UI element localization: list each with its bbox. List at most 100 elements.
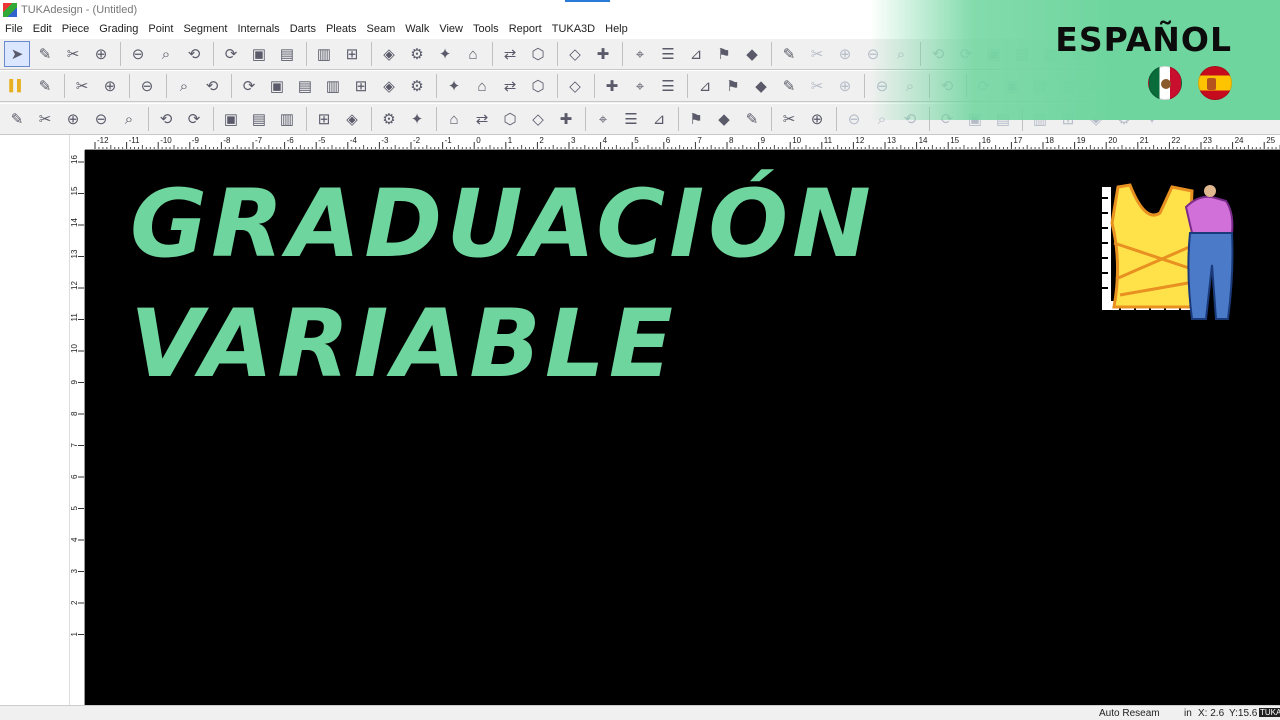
help-button[interactable]: ⇄ [497, 41, 523, 67]
open-folder-button[interactable]: ✂ [60, 41, 86, 67]
new-file-button[interactable]: ✎ [32, 41, 58, 67]
compass-button[interactable]: ▥ [320, 73, 346, 99]
knife-button[interactable]: ✎ [4, 106, 30, 132]
pleat-a-button[interactable]: ⊿ [692, 73, 718, 99]
grade-b-button[interactable]: ☰ [655, 41, 681, 67]
copy-button[interactable]: ▣ [246, 41, 272, 67]
chain-button[interactable]: ⊕ [60, 106, 86, 132]
seam-a-button[interactable]: ✂ [804, 41, 830, 67]
trace-b-button[interactable]: ⊕ [804, 106, 830, 132]
piece-info-button[interactable]: ◇ [562, 41, 588, 67]
pleat-d-button[interactable]: ✎ [776, 73, 802, 99]
grade-e-button[interactable]: ◆ [739, 41, 765, 67]
grid-button[interactable]: ⊖ [88, 106, 114, 132]
menu-help[interactable]: Help [600, 23, 633, 35]
label-button[interactable]: ✎ [739, 106, 765, 132]
menu-file[interactable]: File [0, 23, 28, 35]
globe-button[interactable]: ◇ [562, 73, 588, 99]
measure-button[interactable]: ⬡ [525, 41, 551, 67]
measure-a-button[interactable]: ⚑ [683, 106, 709, 132]
mirror-b-button[interactable]: ✦ [404, 106, 430, 132]
hammer-button[interactable]: ⟳ [236, 73, 262, 99]
lasso-b-button[interactable]: ⇄ [469, 106, 495, 132]
menu-report[interactable]: Report [504, 23, 547, 35]
circle-plus-button[interactable]: ▣ [264, 73, 290, 99]
add-point-button[interactable]: ⌕ [171, 73, 197, 99]
save-button[interactable]: ⊕ [88, 41, 114, 67]
trace-a-button[interactable]: ✂ [776, 106, 802, 132]
double-arrow-button[interactable]: ⊖ [134, 73, 160, 99]
zoom-out-button[interactable]: ⚙ [404, 41, 430, 67]
sew-b-button[interactable]: ▤ [246, 106, 272, 132]
menu-piece[interactable]: Piece [57, 23, 95, 35]
menu-internals[interactable]: Internals [232, 23, 284, 35]
measure-b-button[interactable]: ◆ [711, 106, 737, 132]
text-button[interactable]: ◈ [376, 73, 402, 99]
vert-b-button[interactable]: ⟳ [181, 106, 207, 132]
line-d-button[interactable]: ⬡ [525, 73, 551, 99]
menu-point[interactable]: Point [143, 23, 178, 35]
zoom-fit-button[interactable]: ✦ [432, 41, 458, 67]
redo-button[interactable]: ⊞ [339, 41, 365, 67]
menu-tuka3d[interactable]: TUKA3D [547, 23, 600, 35]
lasso-e-button[interactable]: ✚ [553, 106, 579, 132]
zoom-window-button[interactable]: ⌂ [460, 41, 486, 67]
machine-button[interactable]: ✎ [776, 41, 802, 67]
export-button[interactable]: ⟲ [181, 41, 207, 67]
magnet-button[interactable]: ⊞ [348, 73, 374, 99]
yellow-bars-button[interactable]: ▌▌ [4, 73, 30, 99]
dart-a-button[interactable]: ✚ [599, 73, 625, 99]
corner-button[interactable]: ⟲ [199, 73, 225, 99]
angle-b-button[interactable]: ☰ [618, 106, 644, 132]
zoom-in-button[interactable]: ◈ [376, 41, 402, 67]
menu-segment[interactable]: Segment [178, 23, 232, 35]
vert-a-button[interactable]: ⟲ [153, 106, 179, 132]
ruler-button[interactable]: ✎ [32, 73, 58, 99]
pencil-button[interactable]: ✂ [69, 73, 95, 99]
pleat-e-button[interactable]: ✂ [804, 73, 830, 99]
undo-button[interactable]: ▥ [311, 41, 337, 67]
tag-button[interactable]: ◈ [339, 106, 365, 132]
pin-button[interactable]: ▤ [292, 73, 318, 99]
image-button[interactable]: ⚙ [404, 73, 430, 99]
menu-seam[interactable]: Seam [362, 23, 401, 35]
lasso-c-button[interactable]: ⬡ [497, 106, 523, 132]
sew-a-button[interactable]: ▣ [218, 106, 244, 132]
grade-d-button[interactable]: ⚑ [711, 41, 737, 67]
menu-grading[interactable]: Grading [94, 23, 143, 35]
sew-c-button[interactable]: ▥ [274, 106, 300, 132]
line-c-button[interactable]: ⇄ [497, 73, 523, 99]
menu-tools[interactable]: Tools [468, 23, 504, 35]
pleat-b-button[interactable]: ⚑ [720, 73, 746, 99]
pleat-c-button[interactable]: ◆ [748, 73, 774, 99]
cut-button[interactable]: ⟳ [218, 41, 244, 67]
frame-button[interactable]: ⊞ [311, 106, 337, 132]
menu-darts[interactable]: Darts [285, 23, 321, 35]
arrow-select-button[interactable]: ➤ [4, 41, 30, 67]
anchor-button[interactable]: ✂ [32, 106, 58, 132]
mirror-a-button[interactable]: ⚙ [376, 106, 402, 132]
angle-a-button[interactable]: ⌖ [590, 106, 616, 132]
lasso-d-button[interactable]: ◇ [525, 106, 551, 132]
grade-c-button[interactable]: ⊿ [683, 41, 709, 67]
scissors-button[interactable]: ⊖ [841, 106, 867, 132]
lasso-a-button[interactable]: ⌂ [441, 106, 467, 132]
dart-c-button[interactable]: ☰ [655, 73, 681, 99]
menu-edit[interactable]: Edit [28, 23, 57, 35]
line-b-button[interactable]: ⌂ [469, 73, 495, 99]
menu-walk[interactable]: Walk [400, 23, 434, 35]
walk-button[interactable]: ⊕ [97, 73, 123, 99]
piece-button[interactable]: ✚ [590, 41, 616, 67]
slope-button[interactable]: ⌕ [116, 106, 142, 132]
menu-pleats[interactable]: Pleats [321, 23, 362, 35]
dart-b-button[interactable]: ⌖ [627, 73, 653, 99]
grade-a-button[interactable]: ⌖ [627, 41, 653, 67]
menu-view[interactable]: View [434, 23, 468, 35]
angle-c-button[interactable]: ⊿ [646, 106, 672, 132]
line-a-button[interactable]: ✦ [441, 73, 467, 99]
print-button[interactable]: ⊖ [125, 41, 151, 67]
plot-button[interactable]: ⌕ [153, 41, 179, 67]
seam-b-button[interactable]: ⊕ [832, 41, 858, 67]
paste-button[interactable]: ▤ [274, 41, 300, 67]
pleat-f-button[interactable]: ⊕ [832, 73, 858, 99]
